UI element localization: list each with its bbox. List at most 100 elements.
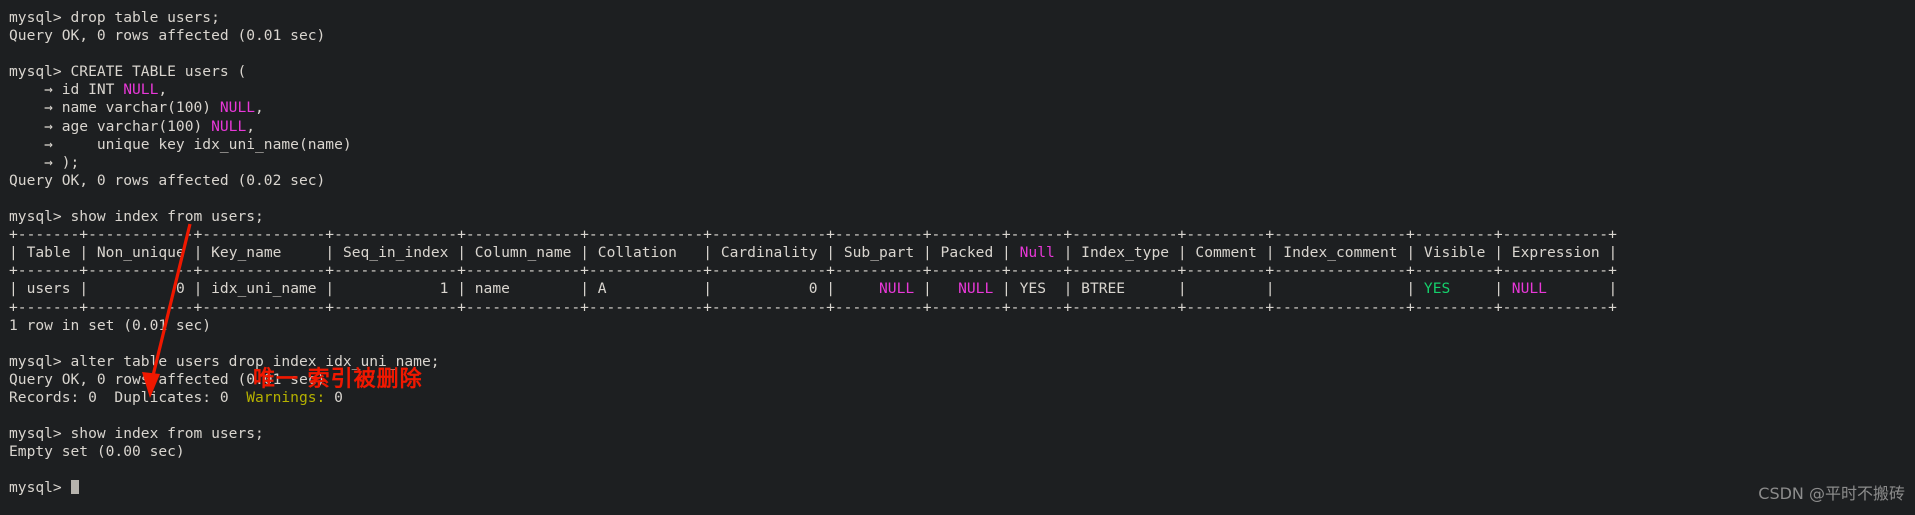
cell-divider: |	[9, 280, 27, 297]
column-header: Packed	[941, 244, 994, 261]
line-text: → id INT	[9, 81, 123, 98]
line-text: Query OK, 0 rows affected (0.01 sec)	[9, 27, 325, 44]
terminal-cursor	[71, 480, 80, 494]
table-separator-top: +-------+------------+--------------+---…	[9, 226, 1915, 244]
cell-pad	[1257, 280, 1266, 297]
cell-divider: |	[457, 280, 475, 297]
table-cell	[1283, 280, 1397, 297]
terminal-line: → name varchar(100) NULL,	[9, 99, 1915, 117]
cell-pad	[571, 280, 580, 297]
cell-divider: |	[826, 244, 844, 261]
active-prompt-line[interactable]: mysql>	[9, 479, 1915, 497]
cell-pad	[914, 244, 923, 261]
cell-divider: |	[703, 244, 721, 261]
terminal-line: Query OK, 0 rows affected (0.01 sec)	[9, 27, 1915, 45]
column-header: Cardinality	[721, 244, 818, 261]
terminal-line	[9, 45, 1915, 63]
line-highlight: NULL	[211, 118, 246, 135]
table-cell: 0	[97, 280, 185, 297]
column-header: Key_name	[211, 244, 316, 261]
table-row: | users | 0 | idx_uni_name | 1 | name | …	[9, 280, 1915, 298]
line-text: mysql> show index from users;	[9, 208, 264, 225]
column-header: Column_name	[475, 244, 572, 261]
cell-pad	[694, 244, 703, 261]
cell-pad	[571, 244, 580, 261]
cell-divider: |	[1406, 280, 1424, 297]
cell-divider: |	[325, 280, 343, 297]
column-header: Table	[27, 244, 71, 261]
terminal-line: → unique key idx_uni_name(name)	[9, 136, 1915, 154]
cell-pad	[448, 280, 457, 297]
cell-pad	[1169, 244, 1178, 261]
line-text-tail: ,	[158, 81, 167, 98]
table-cell: A	[598, 280, 695, 297]
cell-divider: |	[325, 244, 343, 261]
table-cell: BTREE	[1081, 280, 1169, 297]
cell-divider: |	[1266, 280, 1284, 297]
cell-divider: |	[1608, 280, 1617, 297]
cell-pad	[1257, 244, 1266, 261]
line-text: Records: 0 Duplicates: 0	[9, 389, 246, 406]
terminal-window[interactable]: mysql> drop table users;Query OK, 0 rows…	[0, 0, 1915, 515]
cell-pad	[914, 280, 923, 297]
cell-pad	[1398, 244, 1407, 261]
table-separator-mid: +-------+------------+--------------+---…	[9, 262, 1915, 280]
cell-divider: |	[1266, 244, 1284, 261]
cell-pad	[185, 244, 194, 261]
line-text: mysql> drop table users;	[9, 9, 220, 26]
cell-pad	[1169, 280, 1178, 297]
terminal-line: → age varchar(100) NULL,	[9, 118, 1915, 136]
table-separator-bottom: +-------+------------+--------------+---…	[9, 299, 1915, 317]
table-cell: name	[475, 280, 572, 297]
terminal-line: mysql> show index from users;	[9, 208, 1915, 226]
cell-pad	[817, 244, 826, 261]
table-cell: idx_uni_name	[211, 280, 316, 297]
column-header: Sub_part	[844, 244, 914, 261]
cell-pad	[1485, 244, 1494, 261]
line-text: 1 row in set (0.01 sec)	[9, 317, 211, 334]
terminal-line: Query OK, 0 rows affected (0.02 sec)	[9, 172, 1915, 190]
annotation-text: 唯一 索引被删除	[253, 361, 423, 393]
cell-divider: |	[1064, 280, 1082, 297]
table-cell: YES	[1424, 280, 1486, 297]
column-header: Non_unique	[97, 244, 185, 261]
line-text: Query OK, 0 rows affected (0.02 sec)	[9, 172, 325, 189]
line-highlight: NULL	[123, 81, 158, 98]
cell-divider: |	[194, 280, 212, 297]
cell-divider: |	[1494, 280, 1512, 297]
cell-pad	[993, 280, 1002, 297]
table-cell: YES	[1020, 280, 1055, 297]
line-text: → );	[9, 154, 79, 171]
cell-divider: |	[1002, 280, 1020, 297]
cell-divider: |	[194, 244, 212, 261]
cell-divider: |	[580, 244, 598, 261]
line-text-tail: ,	[255, 99, 264, 116]
cell-divider: |	[703, 280, 721, 297]
cell-pad	[1485, 280, 1494, 297]
column-header: Seq_in_index	[343, 244, 448, 261]
terminal-line: mysql> CREATE TABLE users (	[9, 63, 1915, 81]
line-text: → name varchar(100)	[9, 99, 220, 116]
cell-pad	[694, 280, 703, 297]
cell-divider: |	[1406, 244, 1424, 261]
cell-divider: |	[1002, 244, 1020, 261]
column-header: Index_comment	[1283, 244, 1397, 261]
terminal-line: → id INT NULL,	[9, 81, 1915, 99]
line-text: → unique key idx_uni_name(name)	[9, 136, 352, 153]
terminal-line	[9, 461, 1915, 479]
table-cell: NULL	[941, 280, 994, 297]
cell-divider: |	[1608, 244, 1617, 261]
terminal-line	[9, 190, 1915, 208]
cell-divider: |	[79, 280, 97, 297]
terminal-line: 1 row in set (0.01 sec)	[9, 317, 1915, 335]
line-text-tail: ,	[246, 118, 255, 135]
terminal-line	[9, 407, 1915, 425]
query-result-table: +-------+------------+--------------+---…	[9, 226, 1915, 316]
terminal-line: Empty set (0.00 sec)	[9, 443, 1915, 461]
cell-divider: |	[580, 280, 598, 297]
cell-divider: |	[1064, 244, 1082, 261]
table-cell	[1195, 280, 1257, 297]
table-cell: NULL	[844, 280, 914, 297]
cell-pad	[448, 244, 457, 261]
terminal-output-top: mysql> drop table users;Query OK, 0 rows…	[9, 9, 1915, 226]
